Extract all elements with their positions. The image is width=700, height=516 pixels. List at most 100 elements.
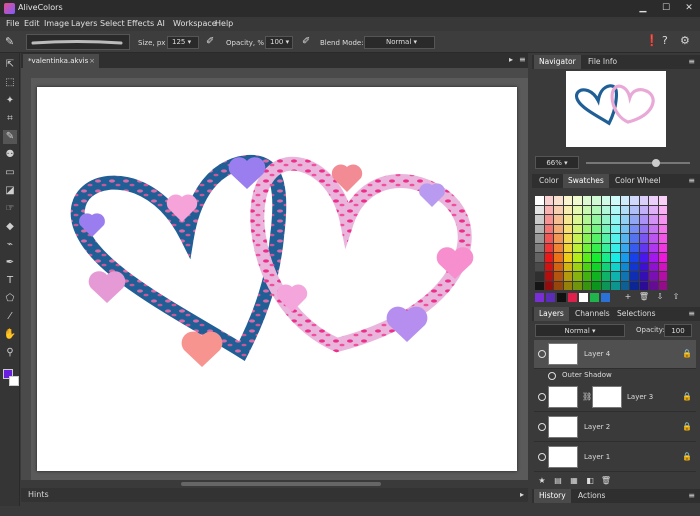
recent-swatch[interactable] — [568, 293, 577, 302]
swatch-cell[interactable] — [592, 196, 601, 205]
swatch-cell[interactable] — [554, 224, 563, 233]
swatch-cell[interactable] — [630, 243, 639, 252]
swatch-cell[interactable] — [535, 253, 544, 262]
swatch-cell[interactable] — [535, 234, 544, 243]
swatch-cell[interactable] — [611, 234, 620, 243]
swatch-cell[interactable] — [554, 262, 563, 271]
swatch-cell[interactable] — [592, 272, 601, 281]
tab-color-wheel[interactable]: Color Wheel — [610, 174, 665, 188]
eyedropper-icon[interactable]: ⁄ — [3, 310, 17, 324]
image-canvas[interactable] — [37, 87, 517, 471]
swatch-cell[interactable] — [535, 215, 544, 224]
settings-gear-icon[interactable]: ⚙ — [680, 34, 690, 47]
document-tab[interactable]: *valentinka.akvis × — [23, 54, 99, 68]
swatch-cell[interactable] — [544, 243, 553, 252]
maximize-icon[interactable]: ☐ — [659, 2, 673, 14]
selection-tool-icon[interactable]: ⬚ — [3, 76, 17, 90]
swatch-cell[interactable] — [630, 234, 639, 243]
swatch-cell[interactable] — [592, 215, 601, 224]
swatch-cell[interactable] — [544, 215, 553, 224]
swatch-cell[interactable] — [611, 281, 620, 290]
recent-swatch[interactable] — [557, 293, 566, 302]
swatch-cell[interactable] — [658, 281, 667, 290]
opacity-input[interactable]: 100 ▾ — [265, 36, 293, 49]
tab-close-icon[interactable]: × — [89, 54, 95, 68]
magic-wand-icon[interactable]: ✦ — [3, 94, 17, 108]
swatch-cell[interactable] — [573, 196, 582, 205]
swatch-cell[interactable] — [611, 196, 620, 205]
swatch-cell[interactable] — [535, 243, 544, 252]
swatch-cell[interactable] — [592, 253, 601, 262]
swatch-cell[interactable] — [554, 205, 563, 214]
help-icon[interactable]: ? — [662, 34, 668, 47]
swatch-cell[interactable] — [658, 196, 667, 205]
swatch-cell[interactable] — [573, 234, 582, 243]
swatch-cell[interactable] — [639, 262, 648, 271]
swatch-cell[interactable] — [649, 281, 658, 290]
recent-swatch[interactable] — [579, 293, 588, 302]
swatch-cell[interactable] — [639, 281, 648, 290]
swatch-cell[interactable] — [658, 253, 667, 262]
swatch-cell[interactable] — [563, 205, 572, 214]
panel-menu-icon[interactable]: ≡ — [688, 57, 695, 66]
menu-image[interactable]: Image — [44, 19, 69, 28]
swatch-cell[interactable] — [535, 281, 544, 290]
delete-swatch-icon[interactable]: 🗑 — [636, 292, 652, 301]
swatch-cell[interactable] — [649, 253, 658, 262]
panel-menu-icon[interactable]: ≡ — [688, 309, 695, 318]
swatch-cell[interactable] — [563, 262, 572, 271]
swatch-cell[interactable] — [544, 205, 553, 214]
new-group-icon[interactable]: ▤ — [550, 476, 566, 485]
tab-layers[interactable]: Layers — [534, 307, 569, 321]
background-color-swatch[interactable] — [9, 376, 19, 386]
swatch-cell[interactable] — [658, 262, 667, 271]
hand-tool-icon[interactable]: ✋ — [3, 328, 17, 342]
swatch-cell[interactable] — [601, 215, 610, 224]
crop-tool-icon[interactable]: ⌗ — [3, 112, 17, 126]
effect-visibility-icon[interactable] — [548, 372, 556, 380]
recent-swatch[interactable] — [601, 293, 610, 302]
swatch-cell[interactable] — [563, 215, 572, 224]
export-swatches-icon[interactable]: ⇧ — [668, 292, 684, 301]
swatch-cell[interactable] — [601, 205, 610, 214]
swatch-cell[interactable] — [620, 196, 629, 205]
tab-channels[interactable]: Channels — [570, 307, 615, 321]
layer-effect-row[interactable]: Outer Shadow — [534, 369, 696, 383]
menu-select[interactable]: Select — [100, 19, 125, 28]
shape-tool-icon[interactable]: ⬠ — [3, 292, 17, 306]
size-input[interactable]: 125 ▾ — [167, 36, 199, 49]
menu-file[interactable]: File — [6, 19, 19, 28]
swatch-cell[interactable] — [582, 262, 591, 271]
swatch-cell[interactable] — [601, 281, 610, 290]
swatch-cell[interactable] — [563, 253, 572, 262]
new-layer-icon[interactable]: ◧ — [582, 476, 598, 485]
visibility-eye-icon[interactable] — [538, 453, 546, 461]
lock-icon[interactable]: 🔒 — [682, 422, 692, 431]
swatch-cell[interactable] — [563, 243, 572, 252]
tab-swatches[interactable]: Swatches — [563, 174, 609, 188]
swatch-cell[interactable] — [582, 224, 591, 233]
swatch-cell[interactable] — [649, 196, 658, 205]
swatch-cell[interactable] — [649, 272, 658, 281]
zoom-slider[interactable] — [586, 159, 690, 167]
swatch-cell[interactable] — [630, 205, 639, 214]
swatch-cell[interactable] — [573, 215, 582, 224]
zoom-select[interactable]: 66% ▾ — [535, 156, 579, 169]
tab-color[interactable]: Color — [534, 174, 564, 188]
swatch-cell[interactable] — [582, 205, 591, 214]
menu-ai[interactable]: AI — [157, 19, 165, 28]
swatch-cell[interactable] — [582, 243, 591, 252]
swatch-cell[interactable] — [563, 224, 572, 233]
layer-row[interactable]: Layer 4 🔒 — [534, 340, 696, 369]
swatch-cell[interactable] — [639, 272, 648, 281]
swatch-cell[interactable] — [535, 272, 544, 281]
swatch-cell[interactable] — [630, 262, 639, 271]
tab-selections[interactable]: Selections — [612, 307, 660, 321]
swatch-cell[interactable] — [630, 253, 639, 262]
swatch-cell[interactable] — [601, 253, 610, 262]
swatch-cell[interactable] — [563, 234, 572, 243]
pipette-tool-icon[interactable]: ⌁ — [3, 238, 17, 252]
text-tool-icon[interactable]: T — [3, 274, 17, 288]
layer-row[interactable]: Layer 2 🔒 — [534, 413, 696, 442]
swatch-cell[interactable] — [601, 243, 610, 252]
